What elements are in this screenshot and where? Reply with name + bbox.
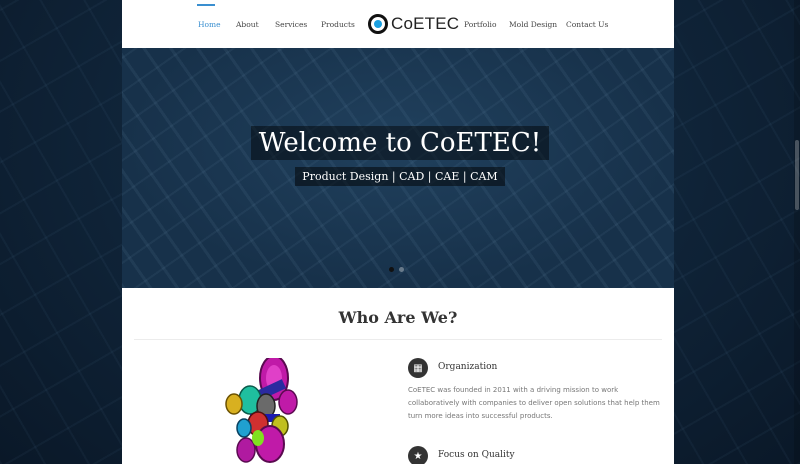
feature-title: Organization — [438, 362, 498, 372]
who-are-we-section: Who Are We? ▦ Organization CoETEC was fo… — [122, 288, 674, 464]
feature-title: Focus on Quality — [438, 450, 515, 460]
feature-text: CoETEC was founded in 2011 with a drivin… — [408, 386, 660, 420]
nav-mold-design[interactable]: Mold Design — [509, 0, 557, 48]
site-logo[interactable]: CoETEC — [368, 13, 459, 35]
logo-text: CoETEC — [391, 14, 460, 33]
nav-home[interactable]: Home — [198, 0, 221, 48]
nav-portfolio[interactable]: Portfolio — [464, 0, 496, 48]
coetec-logo-icon — [368, 14, 388, 34]
page-wrapper: Home About Services Products CoETEC Port… — [122, 0, 674, 464]
hero-slider: Welcome to CoETEC! Product Design | CAD … — [0, 48, 800, 288]
hero-subtitle: Product Design | CAD | CAE | CAM — [295, 167, 505, 186]
site-header: Home About Services Products CoETEC Port… — [122, 0, 674, 48]
nav-contact-us[interactable]: Contact Us — [566, 0, 608, 48]
slider-pagination — [389, 267, 404, 272]
slider-dot-2[interactable] — [399, 267, 404, 272]
gear-assembly-image — [225, 358, 298, 463]
building-icon: ▦ — [408, 358, 428, 378]
nav-services[interactable]: Services — [275, 0, 307, 48]
nav-products[interactable]: Products — [321, 0, 355, 48]
hero-title: Welcome to CoETEC! — [250, 126, 550, 160]
slider-dot-1[interactable] — [389, 267, 394, 272]
nav-active-indicator — [197, 4, 215, 6]
nav-about[interactable]: About — [236, 0, 259, 48]
star-icon: ★ — [408, 446, 428, 464]
section-title: Who Are We? — [134, 288, 662, 340]
